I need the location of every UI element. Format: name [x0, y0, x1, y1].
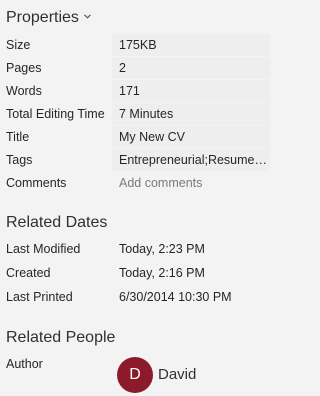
date-value-last-printed: 6/30/2014 10:30 PM [119, 290, 232, 304]
property-row-title: Title My New CV [0, 126, 270, 148]
property-row-comments: Comments Add comments [0, 172, 270, 194]
property-row-editing-time: Total Editing Time 7 Minutes [0, 103, 270, 125]
property-value-size: 175KB [112, 34, 270, 56]
tags-field[interactable]: Entrepreneurial;Resume;A... [112, 149, 270, 171]
date-label-last-modified: Last Modified [6, 242, 81, 256]
property-label-pages: Pages [6, 61, 42, 75]
property-row-tags: Tags Entrepreneurial;Resume;A... [0, 149, 270, 171]
date-row-created: Created Today, 2:16 PM [0, 262, 270, 284]
date-value-last-modified: Today, 2:23 PM [119, 242, 205, 256]
property-label-comments: Comments [6, 176, 67, 190]
date-row-last-printed: Last Printed 6/30/2014 10:30 PM [0, 286, 270, 308]
property-label-editing-time: Total Editing Time [6, 107, 105, 121]
property-label-title: Title [6, 130, 30, 144]
property-row-pages: Pages 2 [0, 57, 270, 79]
property-value-words: 171 [112, 80, 270, 102]
date-row-last-modified: Last Modified Today, 2:23 PM [0, 238, 270, 260]
property-value-editing-time: 7 Minutes [112, 103, 270, 125]
property-label-size: Size [6, 38, 31, 52]
author-avatar[interactable]: D [117, 357, 153, 393]
property-value-pages: 2 [112, 57, 270, 79]
properties-header[interactable]: Properties [6, 8, 91, 28]
author-label: Author [6, 357, 43, 371]
comments-field[interactable]: Add comments [112, 172, 270, 194]
date-label-last-printed: Last Printed [6, 290, 73, 304]
property-label-tags: Tags [6, 153, 33, 167]
date-value-created: Today, 2:16 PM [119, 266, 205, 280]
date-label-created: Created [6, 266, 51, 280]
related-people-title: Related People [6, 329, 116, 346]
property-row-size: Size 175KB [0, 34, 270, 56]
related-dates-title: Related Dates [6, 214, 108, 231]
title-field[interactable]: My New CV [112, 126, 270, 148]
chevron-down-icon[interactable] [84, 14, 91, 19]
property-row-words: Words 171 [0, 80, 270, 102]
properties-title: Properties [6, 9, 79, 26]
author-name[interactable]: David [158, 366, 196, 384]
property-label-words: Words [6, 84, 42, 98]
